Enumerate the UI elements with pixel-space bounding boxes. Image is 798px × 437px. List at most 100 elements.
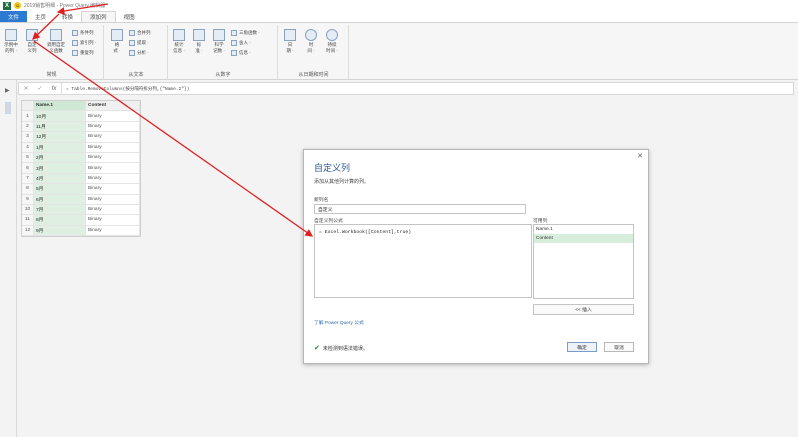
- format-button[interactable]: 格 式 ·: [109, 29, 125, 54]
- cell-name1[interactable]: 1月: [34, 142, 86, 152]
- available-column-item[interactable]: Name.1: [534, 225, 633, 234]
- tab-transform[interactable]: 转换: [54, 11, 81, 22]
- row-number[interactable]: 7: [22, 173, 34, 184]
- available-columns-list[interactable]: Name.1 Content: [533, 224, 634, 299]
- row-number[interactable]: 8: [22, 184, 34, 194]
- row-number[interactable]: 12: [22, 225, 34, 236]
- cell-content[interactable]: Binary: [86, 152, 140, 163]
- cell-name1[interactable]: 10月: [34, 111, 86, 121]
- cell-name1[interactable]: 8月: [34, 215, 86, 225]
- column-header-name1[interactable]: Name.1: [34, 101, 86, 111]
- example-column-button[interactable]: 示例中 的列 ·: [2, 29, 20, 54]
- fx-icon[interactable]: fx: [47, 86, 61, 92]
- available-columns-label: 可用列: [533, 219, 548, 224]
- insert-button[interactable]: << 插入: [533, 304, 634, 315]
- group-from-text: 格 式 · 合并列 提取 · 分析 · 从文本: [105, 25, 168, 79]
- learn-power-query-link[interactable]: 了解 Power Query 公式: [314, 319, 364, 326]
- cell-name1[interactable]: 4月: [34, 173, 86, 184]
- information-button[interactable]: 信息 ·: [231, 50, 251, 56]
- table-row[interactable]: 3 12月 Binary: [22, 132, 140, 143]
- row-number[interactable]: 3: [22, 132, 34, 142]
- dialog-title: 自定义列: [314, 163, 351, 173]
- cell-name1[interactable]: 6月: [34, 194, 86, 204]
- cell-content[interactable]: Binary: [86, 121, 140, 132]
- table-row[interactable]: 9 6月 Binary: [22, 194, 140, 205]
- table-row[interactable]: 10 7月 Binary: [22, 204, 140, 216]
- trigonometry-button[interactable]: 三角函数 ·: [231, 30, 260, 36]
- cell-content[interactable]: Binary: [86, 132, 140, 142]
- tab-home[interactable]: 主页: [27, 11, 54, 22]
- cell-content[interactable]: Binary: [86, 184, 140, 194]
- extract-button[interactable]: 提取 ·: [129, 40, 149, 46]
- table-row[interactable]: 2 11月 Binary: [22, 121, 140, 133]
- date-button[interactable]: 日 期 ·: [282, 29, 298, 54]
- row-number[interactable]: 5: [22, 152, 34, 163]
- table-row[interactable]: 11 8月 Binary: [22, 215, 140, 226]
- custom-column-button[interactable]: 自定 义列: [23, 29, 41, 54]
- smiley-icon[interactable]: ☺: [14, 2, 21, 9]
- cell-content[interactable]: Binary: [86, 204, 140, 215]
- statistics-button[interactable]: 统计 信息 ·: [171, 29, 187, 54]
- tab-file[interactable]: 文件: [0, 11, 28, 22]
- row-number[interactable]: 2: [22, 121, 34, 132]
- conditional-column-button[interactable]: 条件列: [72, 30, 94, 36]
- cell-name1[interactable]: 5月: [34, 184, 86, 194]
- cell-name1[interactable]: 12月: [34, 132, 86, 142]
- formula-confirm-icon[interactable]: ✓: [33, 85, 47, 92]
- grid-corner[interactable]: [22, 101, 34, 111]
- table-row[interactable]: 6 3月 Binary: [22, 163, 140, 174]
- cell-content[interactable]: Binary: [86, 163, 140, 173]
- parse-button[interactable]: 分析 ·: [129, 50, 149, 56]
- cell-content[interactable]: Binary: [86, 194, 140, 204]
- cancel-button[interactable]: 取消: [604, 342, 634, 352]
- cell-name1[interactable]: 9月: [34, 225, 86, 236]
- merge-columns-button[interactable]: 合并列: [129, 30, 151, 36]
- cell-name1[interactable]: 7月: [34, 204, 86, 215]
- table-row[interactable]: 8 5月 Binary: [22, 184, 140, 195]
- expand-pane-icon[interactable]: ▶: [5, 87, 10, 94]
- index-column-button[interactable]: 索引列 ·: [72, 40, 96, 46]
- row-number[interactable]: 4: [22, 142, 34, 152]
- tab-add-column[interactable]: 添加列: [81, 11, 116, 22]
- custom-formula-input[interactable]: = Excel.Workbook([Content],true): [314, 224, 532, 298]
- rounding-button[interactable]: 舍入 ·: [231, 40, 251, 46]
- clock-icon: [305, 29, 317, 41]
- table-row[interactable]: 7 4月 Binary: [22, 173, 140, 185]
- cell-content[interactable]: Binary: [86, 225, 140, 236]
- invoke-function-button[interactable]: 调用自定 义函数: [43, 29, 69, 54]
- tab-view[interactable]: 视图: [116, 11, 143, 22]
- cell-content[interactable]: Binary: [86, 173, 140, 184]
- duplicate-column-icon: [72, 50, 78, 56]
- cell-content[interactable]: Binary: [86, 215, 140, 225]
- cell-name1[interactable]: 2月: [34, 152, 86, 163]
- available-column-item[interactable]: Content: [534, 234, 633, 243]
- table-row[interactable]: 5 2月 Binary: [22, 152, 140, 164]
- duplicate-column-button[interactable]: 重复列: [72, 50, 94, 56]
- queries-pane-tab-icon[interactable]: [5, 102, 11, 114]
- new-column-name-input[interactable]: 自定义: [314, 204, 526, 214]
- formula-text[interactable]: = Table.RemoveColumns(按分隔符拆分列,{"Name.2"}…: [61, 83, 189, 94]
- duration-button[interactable]: 持续 时间 ·: [323, 29, 341, 54]
- row-number[interactable]: 6: [22, 163, 34, 173]
- cell-name1[interactable]: 11月: [34, 121, 86, 132]
- queries-pane: ▶: [0, 80, 17, 437]
- row-number[interactable]: 9: [22, 194, 34, 204]
- time-button[interactable]: 时 间 ·: [303, 29, 319, 54]
- cell-content[interactable]: Binary: [86, 142, 140, 152]
- ribbon-tabs: 文件 主页 转换 添加列 视图: [0, 11, 798, 22]
- row-number[interactable]: 1: [22, 111, 34, 121]
- row-number[interactable]: 10: [22, 204, 34, 215]
- table-row[interactable]: 1 10月 Binary: [22, 111, 140, 122]
- row-number[interactable]: 11: [22, 215, 34, 225]
- table-row[interactable]: 12 9月 Binary: [22, 225, 140, 237]
- column-header-content[interactable]: Content: [86, 101, 140, 111]
- cell-content[interactable]: Binary: [86, 111, 140, 121]
- cell-name1[interactable]: 3月: [34, 163, 86, 173]
- close-icon[interactable]: ✕: [637, 152, 643, 160]
- standard-button[interactable]: 标 准 ·: [191, 29, 207, 54]
- table-row[interactable]: 4 1月 Binary: [22, 142, 140, 153]
- ok-button[interactable]: 确定: [567, 342, 597, 352]
- index-column-label: 索引列 ·: [80, 40, 97, 45]
- formula-cancel-icon[interactable]: ✕: [19, 85, 33, 92]
- scientific-button[interactable]: 科学 记数 ·: [210, 29, 228, 54]
